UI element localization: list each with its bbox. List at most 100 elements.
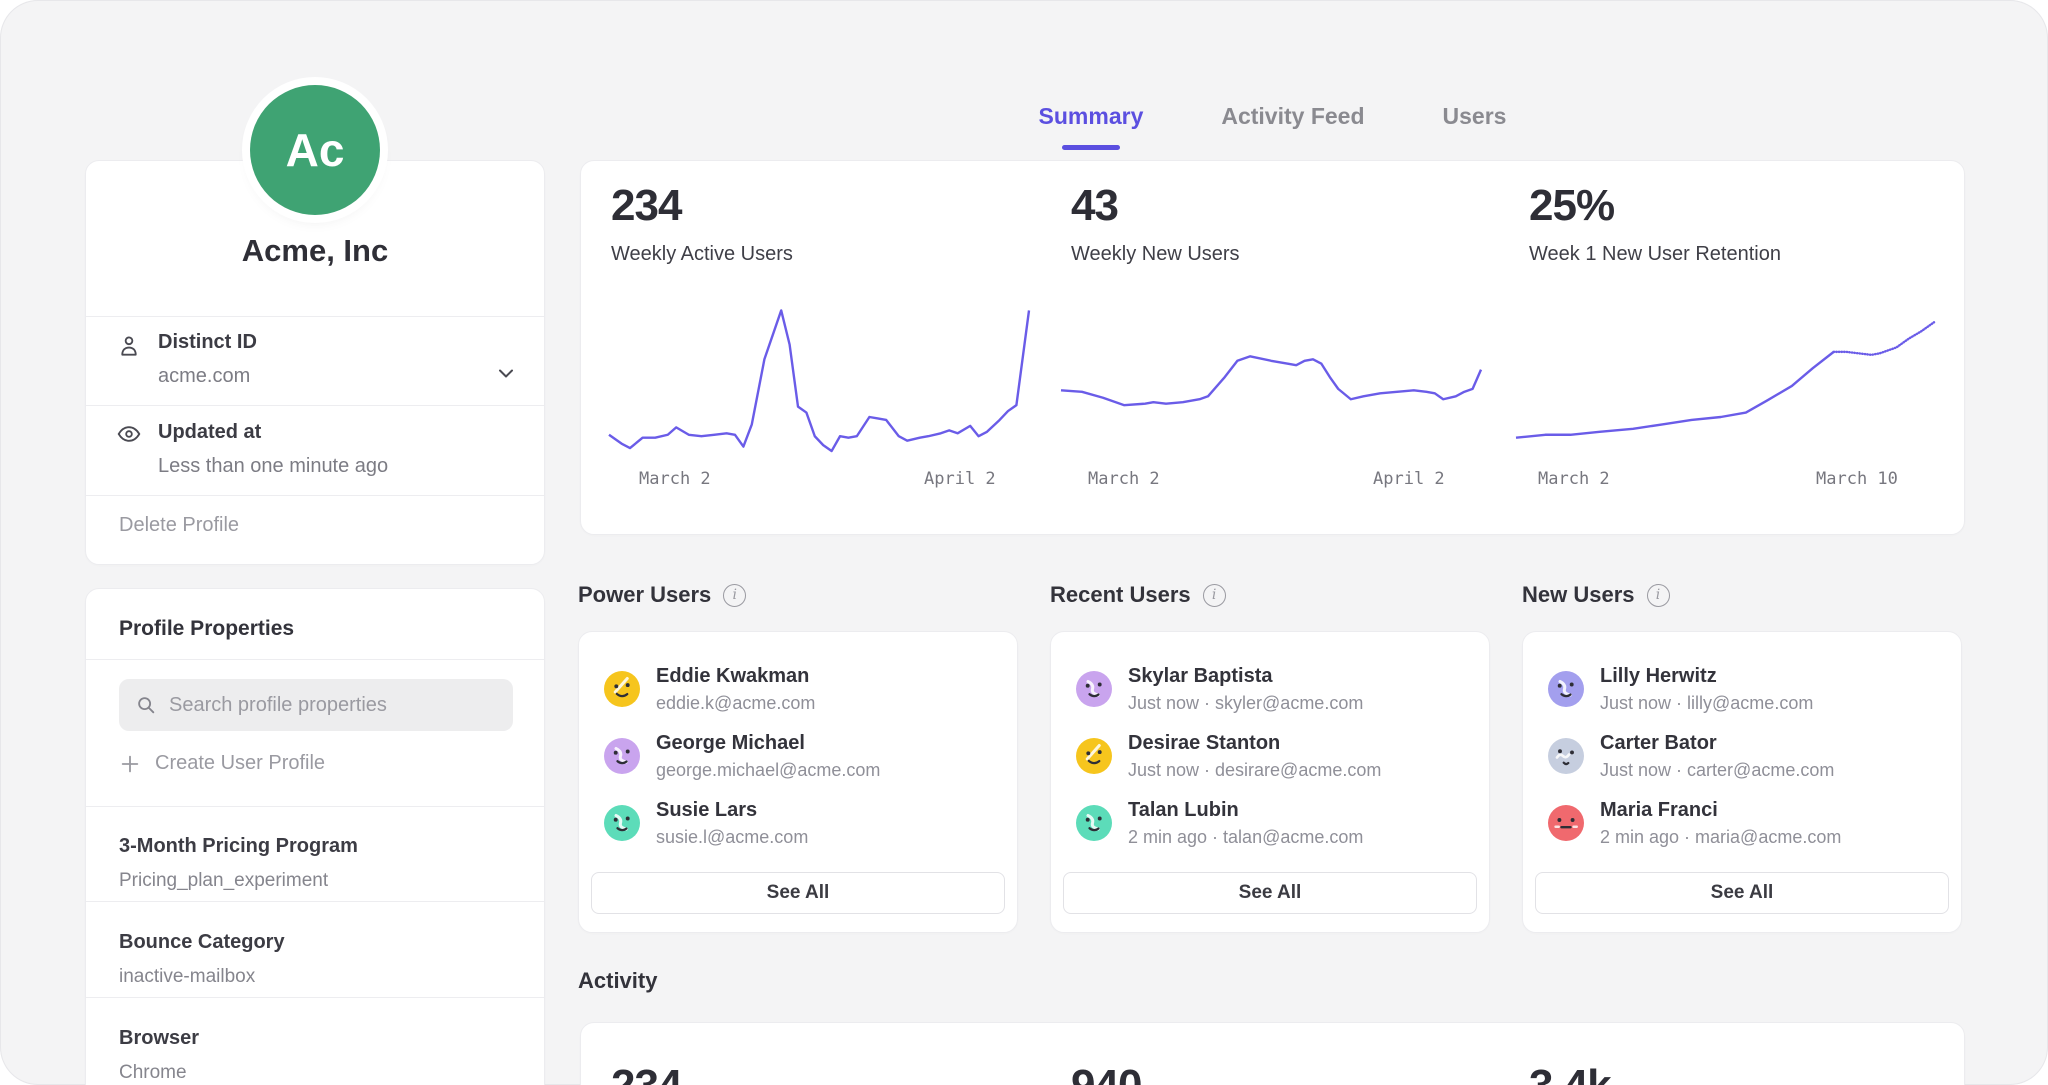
user-meta: Just now · desirare@acme.com xyxy=(1128,758,1381,783)
x-axis-tick: March 2 xyxy=(1538,469,1610,489)
property-label: Browser xyxy=(119,1027,199,1050)
person-icon xyxy=(116,333,142,359)
retention-chart xyxy=(1516,306,1934,454)
see-all-button[interactable]: See All xyxy=(591,872,1005,914)
user-row[interactable]: Talan Lubin 2 min ago · talan@acme.com xyxy=(1076,794,1469,852)
user-name: Maria Franci xyxy=(1600,796,1841,825)
divider xyxy=(86,405,544,406)
user-avatar xyxy=(1548,805,1584,841)
stat-label: Weekly Active Users xyxy=(611,243,793,266)
stat-value: 43 xyxy=(1071,181,1118,231)
divider xyxy=(86,901,544,902)
eye-icon xyxy=(116,421,142,447)
user-row[interactable]: Skylar Baptista Just now · skyler@acme.c… xyxy=(1076,660,1469,718)
tab-label: Summary xyxy=(1039,103,1144,129)
activity-stat-value: 3.4k xyxy=(1529,1061,1611,1085)
info-icon[interactable]: i xyxy=(1203,584,1226,607)
property-value: Chrome xyxy=(119,1062,187,1084)
company-avatar: Ac xyxy=(250,85,380,215)
section-title: New Users xyxy=(1522,582,1635,608)
delete-profile-button[interactable]: Delete Profile xyxy=(119,514,239,537)
user-meta: eddie.k@acme.com xyxy=(656,691,815,716)
x-axis-tick: March 2 xyxy=(1088,469,1160,489)
field-label: Distinct ID xyxy=(158,331,257,354)
user-avatar xyxy=(1548,738,1584,774)
new-users-card: Lilly Herwitz Just now · lilly@acme.com … xyxy=(1522,631,1962,933)
info-icon[interactable]: i xyxy=(723,584,746,607)
property-label: 3-Month Pricing Program xyxy=(119,835,358,858)
user-row[interactable]: George Michael george.michael@acme.com xyxy=(604,727,997,785)
see-all-button[interactable]: See All xyxy=(1535,872,1949,914)
stat-value: 25% xyxy=(1529,181,1614,231)
user-row[interactable]: Carter Bator Just now · carter@acme.com xyxy=(1548,727,1941,785)
user-name: George Michael xyxy=(656,729,880,758)
user-meta: 2 min ago · maria@acme.com xyxy=(1600,825,1841,850)
user-name: Carter Bator xyxy=(1600,729,1834,758)
field-value: acme.com xyxy=(158,365,250,388)
user-meta: Just now · lilly@acme.com xyxy=(1600,691,1813,716)
search-input[interactable] xyxy=(167,693,497,718)
field-value: Less than one minute ago xyxy=(158,455,388,478)
user-row[interactable]: Eddie Kwakman eddie.k@acme.com xyxy=(604,660,997,718)
activity-stat-value: 234 xyxy=(611,1061,681,1085)
tab-bar: Summary Activity Feed Users xyxy=(580,103,1965,146)
user-name: Skylar Baptista xyxy=(1128,662,1363,691)
x-axis-tick: March 10 xyxy=(1816,469,1898,489)
activity-card: 234 940 3.4k xyxy=(580,1022,1965,1085)
user-meta: Just now · skyler@acme.com xyxy=(1128,691,1363,716)
divider xyxy=(86,806,544,807)
user-name: Talan Lubin xyxy=(1128,796,1363,825)
create-user-profile-button[interactable]: Create User Profile xyxy=(119,752,325,775)
tab-summary[interactable]: Summary xyxy=(1039,103,1144,146)
app-window: Ac Acme, Inc Distinct ID acme.com xyxy=(0,0,2048,1085)
see-all-button[interactable]: See All xyxy=(1063,872,1477,914)
user-avatar xyxy=(604,671,640,707)
user-row[interactable]: Susie Lars susie.l@acme.com xyxy=(604,794,997,852)
weekly-active-users-chart xyxy=(609,306,1029,454)
user-avatar xyxy=(1076,671,1112,707)
user-avatar xyxy=(1076,805,1112,841)
user-row[interactable]: Maria Franci 2 min ago · maria@acme.com xyxy=(1548,794,1941,852)
stat-value: 234 xyxy=(611,181,681,231)
summary-stats-card: 234 Weekly Active Users March 2 April 2 … xyxy=(580,160,1965,535)
tab-label: Activity Feed xyxy=(1221,103,1364,129)
identity-card: Acme, Inc Distinct ID acme.com xyxy=(85,160,545,565)
profile-properties-search[interactable] xyxy=(119,679,513,731)
section-title: Recent Users xyxy=(1050,582,1191,608)
user-meta: Just now · carter@acme.com xyxy=(1600,758,1834,783)
user-name: Susie Lars xyxy=(656,796,808,825)
search-icon xyxy=(135,694,157,716)
user-avatar xyxy=(1548,671,1584,707)
user-row[interactable]: Desirae Stanton Just now · desirare@acme… xyxy=(1076,727,1469,785)
company-avatar-initials: Ac xyxy=(286,123,345,177)
stat-label: Weekly New Users xyxy=(1071,243,1240,266)
tab-label: Users xyxy=(1443,103,1507,129)
company-name: Acme, Inc xyxy=(86,233,544,269)
user-row[interactable]: Lilly Herwitz Just now · lilly@acme.com xyxy=(1548,660,1941,718)
field-label: Updated at xyxy=(158,421,261,444)
x-axis-tick: April 2 xyxy=(924,469,996,489)
divider xyxy=(86,997,544,998)
user-meta: george.michael@acme.com xyxy=(656,758,880,783)
tab-activity-feed[interactable]: Activity Feed xyxy=(1221,103,1364,146)
property-value: Pricing_plan_experiment xyxy=(119,870,328,892)
info-icon[interactable]: i xyxy=(1647,584,1670,607)
create-user-profile-label: Create User Profile xyxy=(155,752,325,775)
plus-icon xyxy=(119,753,141,775)
chevron-down-icon[interactable] xyxy=(494,361,518,385)
profile-properties-card: Profile Properties Create User Profile xyxy=(85,588,545,1085)
user-name: Desirae Stanton xyxy=(1128,729,1381,758)
recent-users-card: Skylar Baptista Just now · skyler@acme.c… xyxy=(1050,631,1490,933)
divider xyxy=(86,495,544,496)
active-tab-underline xyxy=(1062,145,1120,150)
power-users-header: Power Users i xyxy=(578,582,746,608)
user-name: Lilly Herwitz xyxy=(1600,662,1813,691)
stat-label: Week 1 New User Retention xyxy=(1529,243,1781,266)
x-axis-tick: April 2 xyxy=(1373,469,1445,489)
tab-users[interactable]: Users xyxy=(1443,103,1507,146)
activity-section-title: Activity xyxy=(578,968,657,994)
user-name: Eddie Kwakman xyxy=(656,662,815,691)
divider xyxy=(86,659,544,660)
new-users-header: New Users i xyxy=(1522,582,1670,608)
recent-users-header: Recent Users i xyxy=(1050,582,1226,608)
